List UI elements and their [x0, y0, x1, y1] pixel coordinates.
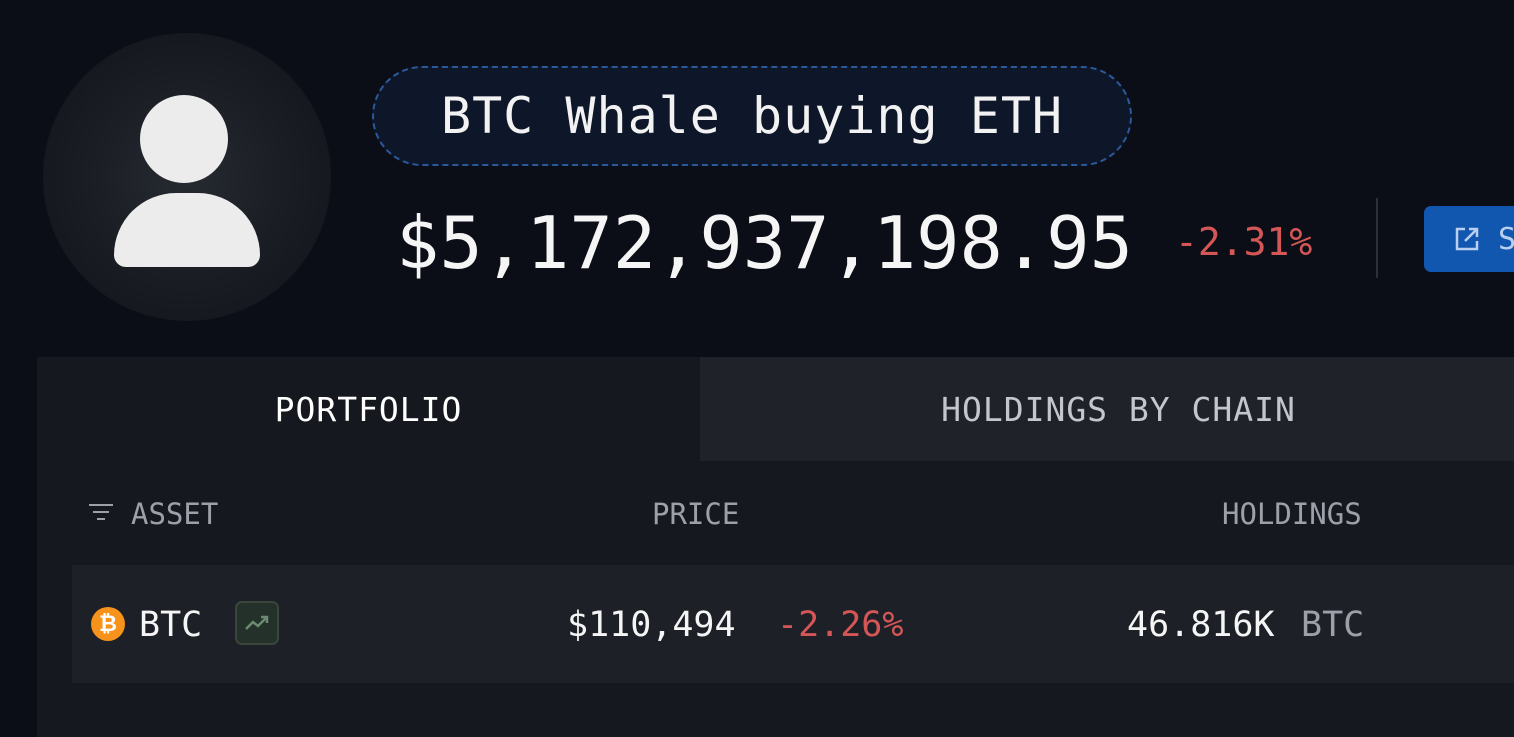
tab-portfolio[interactable]: PORTFOLIO	[37, 357, 700, 461]
asset-price-change: -2.26%	[777, 605, 904, 645]
profile-avatar	[43, 33, 331, 321]
header-divider	[1376, 198, 1378, 278]
table-row[interactable]: ₿ BTC $110,494 -2.26% 46.816K BTC	[72, 565, 1514, 683]
user-avatar-icon-body	[114, 193, 260, 267]
bitcoin-icon: ₿	[91, 607, 125, 641]
header-asset[interactable]: ASSET	[131, 497, 218, 531]
header-price[interactable]: PRICE	[652, 497, 739, 531]
total-balance: $5,172,937,198.95	[396, 201, 1133, 285]
user-avatar-icon-head	[140, 95, 228, 183]
asset-price: $110,494	[567, 605, 736, 645]
portfolio-panel: PORTFOLIO HOLDINGS BY CHAIN ASSET PRICE …	[37, 357, 1514, 737]
wallet-name: BTC Whale buying ETH	[440, 87, 1064, 145]
header-holdings[interactable]: HOLDINGS	[1222, 497, 1362, 531]
tab-holdings-by-chain[interactable]: HOLDINGS BY CHAIN	[700, 357, 1514, 461]
tab-holdings-by-chain-label: HOLDINGS BY CHAIN	[941, 389, 1296, 429]
tab-portfolio-label: PORTFOLIO	[274, 389, 463, 429]
balance-change: -2.31%	[1175, 220, 1313, 264]
filter-icon[interactable]	[89, 504, 113, 522]
external-link-icon	[1455, 227, 1479, 251]
wallet-name-badge[interactable]: BTC Whale buying ETH	[372, 66, 1132, 166]
share-button[interactable]: S	[1424, 206, 1514, 272]
asset-symbol: BTC	[139, 605, 203, 645]
asset-holdings-unit: BTC	[1301, 605, 1365, 645]
trending-up-icon[interactable]	[235, 601, 279, 645]
share-button-label: S	[1498, 221, 1514, 257]
asset-holdings: 46.816K	[1127, 605, 1275, 645]
